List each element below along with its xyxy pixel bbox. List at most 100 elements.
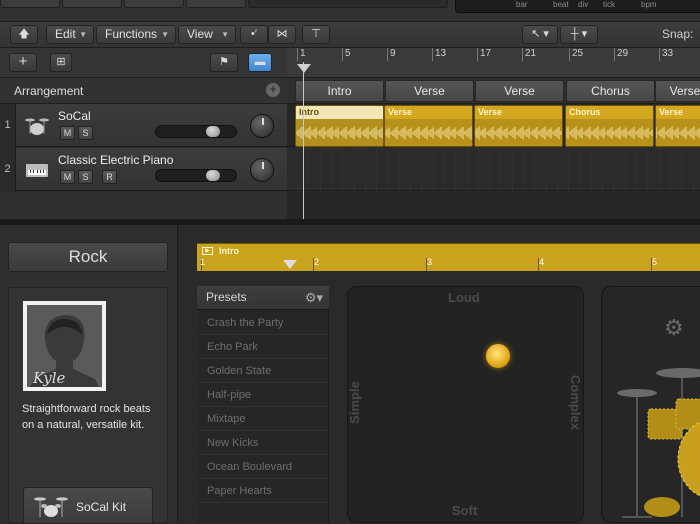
volume-slider[interactable] bbox=[155, 169, 237, 182]
ruler-bar-number: 17 bbox=[480, 48, 492, 59]
editor-region-ruler[interactable]: ▶ Intro 1 2 3 4 5 bbox=[197, 243, 700, 271]
grid-line bbox=[681, 148, 682, 191]
arrangement-marker[interactable]: Verse bbox=[385, 80, 474, 102]
marquee-tool-icon[interactable]: ┼ ▾ bbox=[560, 25, 598, 44]
add-track-button[interactable]: + bbox=[9, 53, 37, 72]
track-header-electric-piano[interactable]: 2 Classic Electric Piano M S R bbox=[0, 148, 287, 191]
arrangement-marker[interactable]: Intro bbox=[295, 80, 384, 102]
drummer-region[interactable]: Intro bbox=[295, 105, 384, 147]
ruler-line bbox=[477, 48, 478, 61]
pointer-tool-icon[interactable]: ↖ ▾ bbox=[522, 25, 558, 44]
functions-menu[interactable]: Functions ▼ bbox=[96, 25, 176, 44]
lcd-label: bar bbox=[516, 0, 528, 9]
ruler-line bbox=[659, 48, 660, 61]
preset-item[interactable]: Paper Hearts bbox=[197, 479, 329, 503]
presets-header-label: Presets bbox=[206, 290, 247, 304]
arrangement-marker[interactable]: Verse bbox=[475, 80, 564, 102]
region-waveform bbox=[656, 126, 700, 140]
track-stack-icon[interactable]: ⊞ bbox=[50, 53, 72, 72]
grid-line bbox=[331, 148, 332, 191]
chevron-down-icon: ▼ bbox=[161, 30, 169, 39]
editor-region-title: Intro bbox=[219, 246, 239, 256]
drummer-region[interactable]: Verse bbox=[474, 105, 563, 147]
global-tracks-button[interactable]: ▬ bbox=[248, 53, 272, 72]
pad-label-simple: Simple bbox=[346, 381, 362, 424]
preset-item[interactable]: Echo Park bbox=[197, 335, 329, 359]
track-name[interactable]: Classic Electric Piano bbox=[58, 153, 173, 167]
grid-line bbox=[546, 148, 547, 191]
flag-icon[interactable]: ⚑ bbox=[210, 53, 238, 72]
volume-slider[interactable] bbox=[155, 125, 237, 138]
control-segment[interactable] bbox=[62, 0, 122, 8]
control-segment[interactable] bbox=[124, 0, 184, 8]
edit-menu[interactable]: Edit ▼ bbox=[46, 25, 94, 44]
region-waveform bbox=[475, 126, 562, 140]
preset-item[interactable]: Mixtape bbox=[197, 407, 329, 431]
tracks-toolbar: 🡅 Edit ▼ Functions ▼ View ▼ •′ ⋈ ⊤ ↖ ▾ ┼ ▾ … bbox=[0, 22, 700, 48]
preset-item[interactable]: Crash the Party bbox=[197, 311, 329, 335]
drummer-region[interactable]: Verse bbox=[655, 105, 700, 147]
preset-item[interactable]: Golden State bbox=[197, 359, 329, 383]
lcd-label: beat bbox=[553, 0, 569, 9]
grid-line bbox=[670, 148, 671, 191]
track-list-header: + ⊞ ⚑ ▬ bbox=[0, 48, 287, 78]
track-name[interactable]: SoCal bbox=[58, 109, 91, 123]
preset-item[interactable]: Half-pipe bbox=[197, 383, 329, 407]
drummer-avatar[interactable]: Kyle bbox=[23, 301, 106, 391]
preset-item[interactable]: Ocean Boulevard bbox=[197, 455, 329, 479]
up-arrow-icon[interactable]: 🡅 bbox=[10, 25, 38, 44]
view-menu[interactable]: View ▼ bbox=[178, 25, 236, 44]
gear-icon[interactable]: ⚙ bbox=[664, 315, 684, 341]
catch-icon[interactable]: ⊤ bbox=[302, 25, 330, 44]
pan-knob[interactable] bbox=[250, 158, 274, 182]
grid-line bbox=[410, 148, 411, 191]
control-segment[interactable] bbox=[0, 0, 60, 8]
drummer-card: Kyle Straightforward rock beats on a nat… bbox=[8, 287, 168, 524]
solo-button[interactable]: S bbox=[78, 170, 93, 184]
kit-piece-pad[interactable]: ⚙ bbox=[601, 286, 700, 523]
automation-icon[interactable]: •′ bbox=[240, 25, 268, 44]
gear-icon[interactable]: ⚙▾ bbox=[305, 286, 323, 309]
playhead-handle-icon[interactable] bbox=[297, 64, 311, 73]
grid-line bbox=[659, 148, 660, 191]
grid-line bbox=[444, 148, 445, 191]
arrangement-marker[interactable]: Verse bbox=[655, 80, 700, 102]
bar-ruler[interactable]: 1 5 9 13 17 21 25 29 33 bbox=[287, 48, 700, 78]
genre-button[interactable]: Rock bbox=[8, 242, 168, 272]
volume-slider-knob[interactable] bbox=[206, 126, 220, 137]
lcd-display[interactable]: bar beat div tick bpm bbox=[455, 0, 700, 13]
grid-line bbox=[602, 148, 603, 191]
mute-button[interactable]: M bbox=[60, 126, 75, 140]
view-menu-label: View bbox=[187, 27, 213, 41]
preset-item[interactable]: New Kicks bbox=[197, 431, 329, 455]
add-marker-icon[interactable]: + bbox=[266, 83, 280, 97]
drummer-region[interactable]: Verse bbox=[384, 105, 473, 147]
pad-label-soft: Soft bbox=[452, 503, 478, 518]
loudness-complexity-pad[interactable]: Loud Soft Simple Complex bbox=[347, 286, 584, 523]
ruler-bar-number: 2 bbox=[314, 257, 320, 267]
pan-knob[interactable] bbox=[250, 114, 274, 138]
ruler-line bbox=[614, 48, 615, 61]
region-waveform bbox=[296, 126, 383, 140]
editor-playhead-icon[interactable] bbox=[283, 260, 297, 269]
volume-slider-knob[interactable] bbox=[206, 170, 220, 181]
snap-label: Snap: bbox=[662, 27, 694, 41]
drummer-region[interactable]: Chorus bbox=[565, 105, 654, 147]
arrangement-marker[interactable]: Chorus bbox=[566, 80, 655, 102]
ruler-line bbox=[297, 48, 298, 61]
ruler-bar-number: 4 bbox=[539, 257, 545, 267]
pad-puck[interactable] bbox=[486, 344, 510, 368]
grid-line bbox=[342, 148, 343, 191]
record-enable-button[interactable]: R bbox=[102, 170, 117, 184]
mute-button[interactable]: M bbox=[60, 170, 75, 184]
track-header-socal[interactable]: 1 SoCal M S bbox=[0, 104, 287, 147]
solo-button[interactable]: S bbox=[78, 126, 93, 140]
kit-button[interactable]: SoCal Kit bbox=[23, 487, 153, 524]
playhead[interactable] bbox=[303, 62, 304, 220]
region-type-icon: ▶ bbox=[202, 247, 213, 255]
functions-menu-label: Functions bbox=[105, 27, 158, 41]
tracks-empty-area bbox=[287, 192, 700, 219]
flex-icon[interactable]: ⋈ bbox=[268, 25, 296, 44]
control-segment[interactable] bbox=[186, 0, 246, 8]
grid-line bbox=[613, 148, 614, 191]
